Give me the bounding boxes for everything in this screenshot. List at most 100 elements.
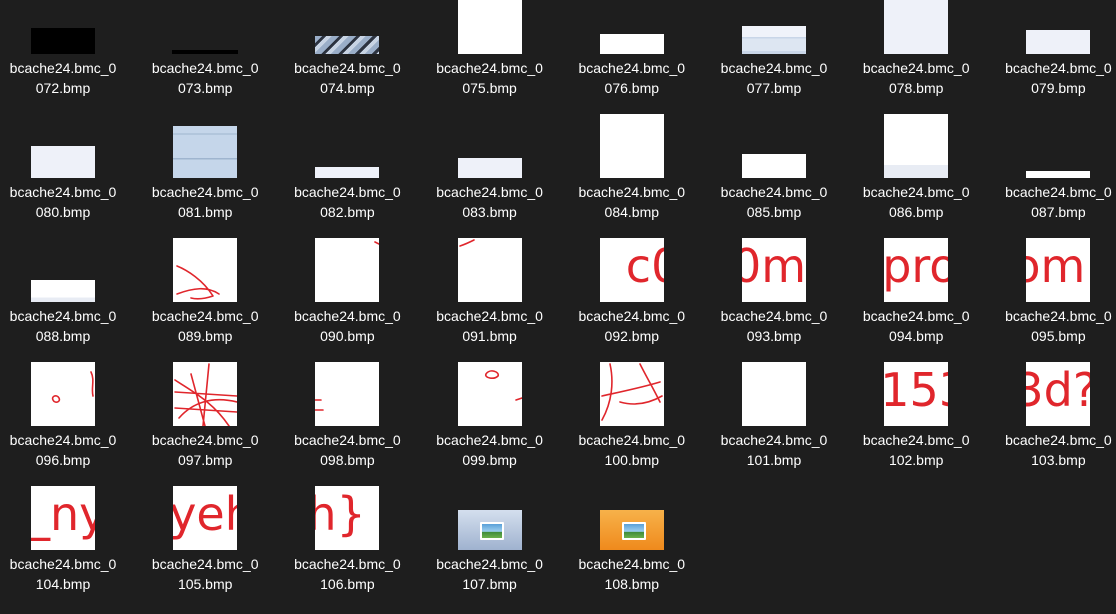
file-item[interactable]: 3d? bcache24.bmc_0 103.bmp bbox=[987, 362, 1116, 490]
file-thumbnail bbox=[599, 362, 664, 426]
file-name-label: bcache24.bmc_0 099.bmp bbox=[436, 432, 543, 468]
file-thumbnail bbox=[884, 0, 949, 54]
file-item[interactable]: bcache24.bmc_0 089.bmp bbox=[134, 238, 276, 366]
image-file-icon bbox=[479, 522, 504, 540]
file-item[interactable]: bcache24.bmc_0 083.bmp bbox=[419, 118, 561, 242]
file-name-label: bcache24.bmc_0 077.bmp bbox=[720, 60, 828, 96]
file-name-label: bcache24.bmc_0 097.bmp bbox=[151, 432, 259, 468]
file-item[interactable]: bcache24.bmc_0 087.bmp bbox=[987, 118, 1116, 242]
thumbnail-frame: pro bbox=[845, 238, 987, 302]
scribble-stroke bbox=[374, 241, 380, 245]
file-item[interactable]: bcache24.bmc_0 081.bmp bbox=[134, 118, 276, 242]
thumbnail-frame bbox=[703, 118, 845, 178]
file-name-label: bcache24.bmc_0 084.bmp bbox=[578, 184, 686, 220]
file-item[interactable]: bcache24.bmc_0 096.bmp bbox=[0, 362, 134, 490]
file-thumbnail bbox=[31, 28, 95, 54]
file-thumbnail: _ny bbox=[31, 486, 95, 550]
file-item[interactable]: bcache24.bmc_0 077.bmp bbox=[703, 0, 845, 118]
file-item[interactable]: bcache24.bmc_0 079.bmp bbox=[987, 0, 1116, 118]
file-item[interactable]: _ny bcache24.bmc_0 104.bmp bbox=[0, 486, 134, 614]
file-item[interactable]: om1 bcache24.bmc_0 095.bmp bbox=[987, 238, 1116, 366]
thumbnail-text: _ny bbox=[31, 487, 95, 541]
scribble-stroke bbox=[51, 371, 94, 403]
file-thumbnail bbox=[31, 280, 95, 302]
file-item[interactable]: bcache24.bmc_0 085.bmp bbox=[703, 118, 845, 242]
file-name-label: bcache24.bmc_0 072.bmp bbox=[9, 60, 117, 96]
thumbnail-frame bbox=[134, 0, 276, 54]
file-name-label: bcache24.bmc_0 104.bmp bbox=[9, 556, 117, 592]
file-item[interactable]: bcache24.bmc_0 084.bmp bbox=[561, 114, 703, 242]
file-name-label: bcache24.bmc_0 090.bmp bbox=[294, 308, 401, 344]
file-item[interactable]: bcache24.bmc_0 080.bmp bbox=[0, 118, 134, 242]
file-explorer-icon-view: { "files": [ {"name":"bcache24.bmc_0\n07… bbox=[0, 0, 1116, 604]
file-thumbnail bbox=[599, 34, 664, 54]
file-thumbnail bbox=[742, 26, 806, 54]
thumbnail-frame bbox=[276, 238, 418, 302]
file-name-label: bcache24.bmc_0 092.bmp bbox=[578, 308, 686, 344]
thumbnail-frame bbox=[561, 362, 703, 426]
file-thumbnail bbox=[599, 510, 664, 550]
thumbnail-frame bbox=[276, 0, 418, 54]
file-item[interactable]: bcache24.bmc_0 100.bmp bbox=[561, 362, 703, 490]
file-name-label: bcache24.bmc_0 083.bmp bbox=[436, 184, 543, 220]
thumbnail-frame: 3d? bbox=[987, 362, 1116, 426]
file-thumbnail bbox=[31, 146, 95, 178]
file-name-label: bcache24.bmc_0 088.bmp bbox=[9, 308, 117, 344]
file-item[interactable]: bcache24.bmc_0 073.bmp bbox=[134, 0, 276, 118]
file-item[interactable]: bcache24.bmc_0 082.bmp bbox=[276, 118, 418, 242]
file-name-label: bcache24.bmc_0 087.bmp bbox=[1005, 184, 1112, 220]
thumbnail-text: 153 bbox=[884, 363, 948, 417]
thumbnail-frame bbox=[561, 490, 703, 550]
file-thumbnail bbox=[884, 114, 949, 178]
file-name-label: bcache24.bmc_0 093.bmp bbox=[720, 308, 828, 344]
file-item[interactable]: bcache24.bmc_0 108.bmp bbox=[561, 490, 703, 614]
file-name-label: bcache24.bmc_0 073.bmp bbox=[151, 60, 259, 96]
thumbnail-frame bbox=[0, 118, 134, 178]
red-scribble-drawing bbox=[458, 239, 475, 247]
thumbnail-frame bbox=[703, 0, 845, 54]
file-item[interactable]: bcache24.bmc_0 074.bmp bbox=[276, 0, 418, 118]
file-thumbnail: pro bbox=[884, 238, 949, 302]
file-thumbnail bbox=[742, 154, 806, 178]
file-item[interactable]: h} bcache24.bmc_0 106.bmp bbox=[276, 486, 418, 614]
file-item[interactable]: bcache24.bmc_0 098.bmp bbox=[276, 362, 418, 490]
file-item[interactable]: bcache24.bmc_0 090.bmp bbox=[276, 238, 418, 366]
thumbnail-frame bbox=[419, 490, 561, 550]
file-item[interactable]: bcache24.bmc_0 072.bmp bbox=[0, 0, 134, 118]
file-thumbnail bbox=[315, 36, 380, 54]
file-item[interactable]: bcache24.bmc_0 075.bmp bbox=[419, 0, 561, 118]
thumbnail-frame bbox=[561, 114, 703, 178]
file-thumbnail bbox=[172, 50, 239, 54]
file-item[interactable]: 0mp bcache24.bmc_0 093.bmp bbox=[703, 238, 845, 366]
thumbnail-frame bbox=[134, 238, 276, 302]
thumbnail-text: om1 bbox=[1026, 239, 1090, 293]
file-item[interactable]: bcache24.bmc_0 091.bmp bbox=[419, 238, 561, 366]
file-item[interactable]: bcache24.bmc_0 099.bmp bbox=[419, 362, 561, 490]
file-item[interactable]: 153 bcache24.bmc_0 102.bmp bbox=[845, 362, 987, 490]
thumbnail-text: 3d? bbox=[1026, 363, 1090, 417]
red-scribble-drawing bbox=[600, 363, 663, 421]
red-scribble-drawing bbox=[174, 363, 238, 426]
thumbnail-frame: yeh bbox=[134, 486, 276, 550]
file-item[interactable]: bcache24.bmc_0 088.bmp bbox=[0, 242, 134, 366]
file-item[interactable]: bcache24.bmc_0 097.bmp bbox=[134, 362, 276, 490]
file-item[interactable]: bcache24.bmc_0 101.bmp bbox=[703, 362, 845, 490]
file-item[interactable]: c0 bcache24.bmc_0 092.bmp bbox=[561, 238, 703, 366]
file-item[interactable]: yeh bcache24.bmc_0 105.bmp bbox=[134, 486, 276, 614]
file-thumbnail bbox=[457, 362, 522, 426]
thumbnail-frame: h} bbox=[276, 486, 418, 550]
file-item[interactable]: bcache24.bmc_0 078.bmp bbox=[845, 0, 987, 118]
file-item[interactable]: bcache24.bmc_0 076.bmp bbox=[561, 0, 703, 118]
file-name-label: bcache24.bmc_0 105.bmp bbox=[151, 556, 259, 592]
file-thumbnail bbox=[315, 238, 380, 302]
thumbnail-text: h} bbox=[315, 487, 366, 541]
red-scribble-drawing bbox=[315, 399, 325, 411]
file-thumbnail bbox=[457, 158, 522, 178]
file-item[interactable]: bcache24.bmc_0 086.bmp bbox=[845, 114, 987, 242]
scribble-stroke bbox=[174, 363, 238, 426]
file-item[interactable]: pro bcache24.bmc_0 094.bmp bbox=[845, 238, 987, 366]
scribble-stroke bbox=[315, 399, 325, 411]
thumbnail-frame bbox=[276, 118, 418, 178]
file-item[interactable]: bcache24.bmc_0 107.bmp bbox=[419, 490, 561, 614]
thumbnail-frame bbox=[419, 238, 561, 302]
